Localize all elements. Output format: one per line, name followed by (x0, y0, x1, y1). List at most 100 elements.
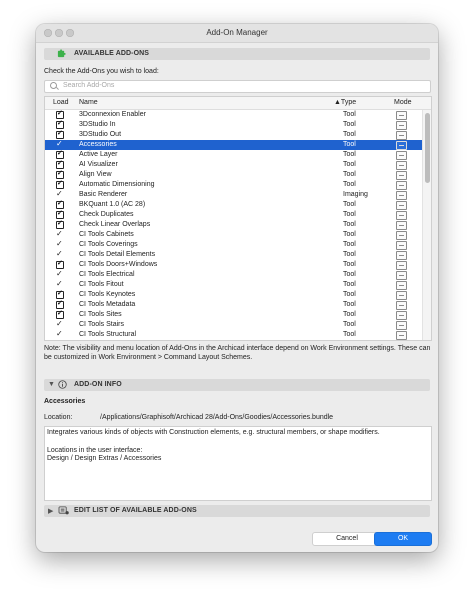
list-item[interactable]: AI Visualizer Tool (45, 159, 422, 170)
list-item[interactable]: Check Duplicates Tool (45, 209, 422, 220)
mode-icon[interactable] (396, 321, 407, 330)
mode-icon[interactable] (396, 271, 407, 280)
list-scrollbar[interactable] (422, 110, 431, 340)
load-checkbox[interactable] (56, 299, 64, 309)
list-item[interactable]: 3DStudio In Tool (45, 119, 422, 130)
mode-icon[interactable] (396, 261, 407, 270)
load-check-icon[interactable]: ✓ (56, 269, 63, 278)
list-item[interactable]: ✓ CI Tools Coverings Tool (45, 239, 422, 250)
addon-name: CI Tools Fitout (79, 281, 124, 288)
addon-name: Automatic Dimensioning (79, 181, 155, 188)
load-checkbox[interactable] (56, 109, 64, 119)
addon-type: Tool (343, 281, 356, 288)
load-check-icon[interactable]: ✓ (56, 139, 63, 148)
load-checkbox[interactable] (56, 289, 64, 299)
load-checkbox[interactable] (56, 149, 64, 159)
load-check-icon[interactable]: ✓ (56, 279, 63, 288)
load-check-icon[interactable]: ✓ (56, 189, 63, 198)
load-checkbox[interactable] (56, 309, 64, 319)
addon-name: CI Tools Sites (79, 311, 122, 318)
list-item[interactable]: CI Tools Keynotes Tool (45, 289, 422, 300)
mode-icon[interactable] (396, 211, 407, 220)
addon-name: CI Tools Doors+Windows (79, 261, 158, 268)
load-check-icon[interactable]: ✓ (56, 329, 63, 338)
list-item[interactable]: 3DStudio Out Tool (45, 129, 422, 140)
load-checkbox[interactable] (56, 199, 64, 209)
mode-icon[interactable] (396, 131, 407, 140)
list-item[interactable]: Automatic Dimensioning Tool (45, 179, 422, 190)
mode-icon[interactable] (396, 241, 407, 250)
addon-name: 3Dconnexion Enabler (79, 111, 146, 118)
addon-name: AI Visualizer (79, 161, 118, 168)
list-item[interactable]: ✓ CI Tools Detail Elements Tool (45, 249, 422, 260)
load-check-icon[interactable]: ✓ (56, 239, 63, 248)
list-item[interactable]: Align View Tool (45, 169, 422, 180)
addon-type: Tool (343, 251, 356, 258)
load-check-icon[interactable]: ✓ (56, 229, 63, 238)
available-addons-header: AVAILABLE ADD-ONS (44, 48, 430, 60)
search-field[interactable]: Search Add-Ons (44, 80, 431, 93)
window-title: Add-On Manager (206, 28, 268, 37)
addon-info-header[interactable]: ▼ ADD-ON INFO (44, 379, 430, 391)
edit-list-header[interactable]: ▶ EDIT LIST OF AVAILABLE ADD-ONS (44, 505, 430, 517)
mode-icon[interactable] (396, 171, 407, 180)
mode-icon[interactable] (396, 141, 407, 150)
addon-name: CI Tools Structural (79, 331, 137, 338)
mode-icon[interactable] (396, 191, 407, 200)
search-input[interactable]: Search Add-Ons (63, 82, 114, 89)
edit-list-icon (58, 506, 69, 515)
load-check-icon[interactable]: ✓ (56, 249, 63, 258)
mode-icon[interactable] (396, 151, 407, 160)
mode-icon[interactable] (396, 251, 407, 260)
list-item[interactable]: CI Tools Sites Tool (45, 309, 422, 320)
cancel-button[interactable]: Cancel (312, 532, 382, 546)
column-load[interactable]: Load (53, 99, 69, 106)
load-checkbox[interactable] (56, 159, 64, 169)
list-item[interactable]: BKQuant 1.0 (AC 28) Tool (45, 199, 422, 210)
puzzle-icon (57, 49, 66, 58)
column-mode[interactable]: Mode (394, 99, 412, 106)
list-item[interactable]: ✓ CI Tools Cabinets Tool (45, 229, 422, 240)
mode-icon[interactable] (396, 331, 407, 340)
addon-type: Tool (343, 301, 356, 308)
addon-info-title: ADD-ON INFO (74, 381, 122, 388)
load-checkbox[interactable] (56, 259, 64, 269)
scrollbar-thumb[interactable] (425, 113, 430, 183)
mode-icon[interactable] (396, 291, 407, 300)
load-check-icon[interactable]: ✓ (56, 319, 63, 328)
list-item[interactable]: ✓ CI Tools Fitout Tool (45, 279, 422, 290)
list-item[interactable]: CI Tools Doors+Windows Tool (45, 259, 422, 270)
addon-type: Tool (343, 111, 356, 118)
mode-icon[interactable] (396, 201, 407, 210)
mode-icon[interactable] (396, 281, 407, 290)
load-checkbox[interactable] (56, 219, 64, 229)
list-item[interactable]: 3Dconnexion Enabler Tool (45, 109, 422, 120)
list-item[interactable]: ✓ CI Tools Electrical Tool (45, 269, 422, 280)
list-header: Load Name ▲Type Mode (45, 97, 431, 110)
mode-icon[interactable] (396, 301, 407, 310)
load-checkbox[interactable] (56, 209, 64, 219)
mode-icon[interactable] (396, 111, 407, 120)
mode-icon[interactable] (396, 311, 407, 320)
list-item[interactable]: ✓ CI Tools Stairs Tool (45, 319, 422, 330)
mode-icon[interactable] (396, 181, 407, 190)
mode-icon[interactable] (396, 221, 407, 230)
mode-icon[interactable] (396, 121, 407, 130)
load-checkbox[interactable] (56, 129, 64, 139)
list-item[interactable]: ✓ Accessories Tool (45, 139, 422, 150)
load-checkbox[interactable] (56, 119, 64, 129)
list-item[interactable]: ✓ Basic Renderer Imaging (45, 189, 422, 200)
load-checkbox[interactable] (56, 169, 64, 179)
mode-icon[interactable] (396, 231, 407, 240)
list-item[interactable]: Active Layer Tool (45, 149, 422, 160)
addon-type: Tool (343, 141, 356, 148)
load-checkbox[interactable] (56, 179, 64, 189)
column-name[interactable]: Name (79, 99, 98, 106)
column-type[interactable]: ▲Type (334, 99, 356, 106)
list-item[interactable]: Check Linear Overlaps Tool (45, 219, 422, 230)
list-item[interactable]: CI Tools Metadata Tool (45, 299, 422, 310)
list-item[interactable]: ✓ CI Tools Structural Tool (45, 329, 422, 340)
addon-name: Active Layer (79, 151, 118, 158)
ok-button[interactable]: OK (374, 532, 432, 546)
mode-icon[interactable] (396, 161, 407, 170)
